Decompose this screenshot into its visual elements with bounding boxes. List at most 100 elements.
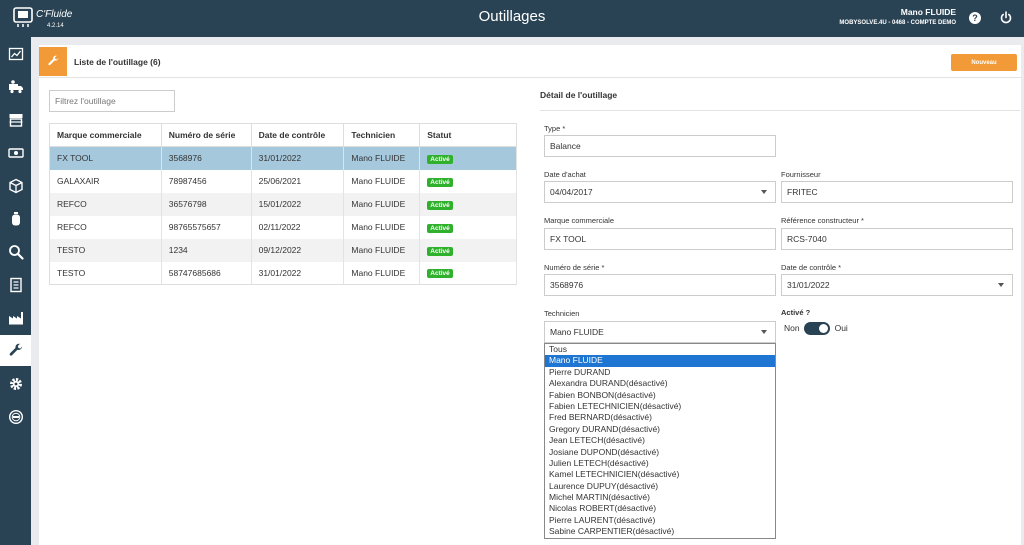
- table-row[interactable]: REFCO 98765575657 02/11/2022 Mano FLUIDE…: [49, 215, 517, 239]
- dropdown-option[interactable]: Gregory DURAND(désactivé): [545, 424, 775, 435]
- cell-brand: GALAXAIR: [49, 169, 162, 193]
- dropdown-option[interactable]: Josiane DUPOND(désactivé): [545, 447, 775, 458]
- cell-technician: Mano FLUIDE: [343, 169, 421, 193]
- store-icon: [9, 113, 22, 127]
- dropdown-option[interactable]: Julien LETECH(désactivé): [545, 458, 775, 469]
- status-badge: Activé: [427, 246, 453, 256]
- power-icon[interactable]: [1000, 11, 1012, 24]
- brand-label: Marque commerciale: [544, 216, 615, 225]
- manufacturer-ref-field[interactable]: RCS-7040: [781, 228, 1013, 250]
- sidebar-item-certification[interactable]: [0, 401, 31, 432]
- sidebar: [0, 37, 31, 545]
- table-row[interactable]: TESTO 1234 09/12/2022 Mano FLUIDE Activé: [49, 238, 517, 262]
- cell-status: Activé: [419, 146, 517, 170]
- sidebar-item-interventions[interactable]: [0, 71, 31, 102]
- dropdown-option[interactable]: Fabien BONBON(désactivé): [545, 390, 775, 401]
- column-header[interactable]: Date de contrôle: [251, 123, 345, 147]
- table-header-row: Marque commerciale Numéro de série Date …: [49, 123, 517, 147]
- factory-icon: [8, 311, 23, 324]
- dropdown-option[interactable]: Pierre DURAND: [545, 367, 775, 378]
- search-icon: [8, 244, 24, 260]
- panel-tab: [39, 47, 67, 76]
- purchase-date-label: Date d'achat: [544, 170, 586, 179]
- truck-icon: [8, 79, 23, 93]
- dashboard-icon: [8, 47, 23, 60]
- cell-serial: 58747685686: [161, 261, 252, 285]
- document-icon: [9, 277, 22, 292]
- serial-field[interactable]: 3568976: [544, 274, 776, 296]
- dropdown-option[interactable]: Laurence DUPUY(désactivé): [545, 481, 775, 492]
- money-icon: [7, 147, 24, 158]
- dropdown-option[interactable]: Michel MARTIN(désactivé): [545, 492, 775, 503]
- active-label: Activé ?: [781, 308, 811, 317]
- dropdown-option[interactable]: Jean LETECH(désactivé): [545, 435, 775, 446]
- status-badge: Activé: [427, 223, 453, 233]
- detail-divider: [540, 110, 1020, 111]
- table-row[interactable]: GALAXAIR 78987456 25/06/2021 Mano FLUIDE…: [49, 169, 517, 193]
- type-field[interactable]: Balance: [544, 135, 776, 157]
- dropdown-option[interactable]: Sabine CARPENTIER(désactivé): [545, 526, 775, 537]
- supplier-field[interactable]: FRITEC: [781, 181, 1013, 203]
- column-header[interactable]: Statut: [419, 123, 517, 147]
- toggle-on-label: Oui: [834, 323, 848, 333]
- table-row[interactable]: TESTO 58747685686 31/01/2022 Mano FLUIDE…: [49, 261, 517, 285]
- sidebar-item-dashboard[interactable]: [0, 38, 31, 69]
- dropdown-option[interactable]: Nicolas ROBERT(désactivé): [545, 503, 775, 514]
- sidebar-item-settings[interactable]: [0, 368, 31, 399]
- wrench-icon: [9, 343, 22, 356]
- cell-brand: REFCO: [49, 192, 162, 216]
- table-row[interactable]: FX TOOL 3568976 31/01/2022 Mano FLUIDE A…: [49, 146, 517, 170]
- active-toggle[interactable]: [803, 321, 830, 335]
- cell-serial: 3568976: [161, 146, 252, 170]
- gas-cylinder-icon: [11, 211, 20, 225]
- control-date-label: Date de contrôle *: [781, 263, 842, 272]
- dropdown-option[interactable]: Pierre LAURENT(désactivé): [545, 515, 775, 526]
- status-badge: Activé: [427, 177, 453, 187]
- sidebar-item-tools[interactable]: [0, 335, 31, 366]
- cell-serial: 98765575657: [161, 215, 252, 239]
- sidebar-item-documents[interactable]: [0, 269, 31, 300]
- dropdown-option[interactable]: Kamel LETECHNICIEN(désactivé): [545, 469, 775, 480]
- sidebar-item-search[interactable]: [0, 236, 31, 267]
- column-header[interactable]: Technicien: [343, 123, 421, 147]
- cell-status: Activé: [419, 215, 517, 239]
- sidebar-item-sites[interactable]: [0, 302, 31, 333]
- sidebar-item-billing[interactable]: [0, 137, 31, 168]
- technician-label: Technicien: [544, 309, 580, 318]
- new-tool-button[interactable]: Nouveau: [951, 54, 1017, 71]
- dropdown-option[interactable]: Tous: [545, 344, 775, 355]
- cell-technician: Mano FLUIDE: [343, 261, 421, 285]
- control-date-field[interactable]: 31/01/2022: [781, 274, 1013, 296]
- technician-value: Mano FLUIDE: [550, 327, 604, 337]
- cell-control-date: 15/01/2022: [251, 192, 345, 216]
- dropdown-option[interactable]: Alexandra DURAND(désactivé): [545, 378, 775, 389]
- user-name[interactable]: Mano FLUIDE: [901, 7, 956, 17]
- cell-status: Activé: [419, 238, 517, 262]
- cell-control-date: 09/12/2022: [251, 238, 345, 262]
- cell-control-date: 31/01/2022: [251, 146, 345, 170]
- cell-serial: 78987456: [161, 169, 252, 193]
- panel-divider: [39, 77, 1021, 78]
- sidebar-item-establishments[interactable]: [0, 104, 31, 135]
- sidebar-item-stock[interactable]: [0, 170, 31, 201]
- cell-technician: Mano FLUIDE: [343, 192, 421, 216]
- filter-input[interactable]: [49, 90, 175, 112]
- dropdown-option[interactable]: Fred BERNARD(désactivé): [545, 412, 775, 423]
- column-header[interactable]: Numéro de série: [161, 123, 252, 147]
- control-date-value: 31/01/2022: [787, 280, 830, 290]
- user-company: MOBYSOLVE.4U - 0468 - COMPTE DEMO: [839, 20, 956, 26]
- cell-status: Activé: [419, 169, 517, 193]
- table-row[interactable]: REFCO 36576798 15/01/2022 Mano FLUIDE Ac…: [49, 192, 517, 216]
- column-header[interactable]: Marque commerciale: [49, 123, 162, 147]
- dropdown-option[interactable]: Mano FLUIDE: [545, 355, 775, 367]
- active-toggle-group: Non Oui: [784, 321, 848, 335]
- toggle-knob: [818, 323, 828, 333]
- sidebar-item-containers[interactable]: [0, 203, 31, 234]
- purchase-date-field[interactable]: 04/04/2017: [544, 181, 776, 203]
- technician-select[interactable]: Mano FLUIDE: [544, 321, 776, 343]
- help-icon[interactable]: ?: [969, 12, 981, 24]
- manufacturer-ref-label: Référence constructeur *: [781, 216, 864, 225]
- cell-brand: TESTO: [49, 261, 162, 285]
- dropdown-option[interactable]: Fabien LETECHNICIEN(désactivé): [545, 401, 775, 412]
- brand-field[interactable]: FX TOOL: [544, 228, 776, 250]
